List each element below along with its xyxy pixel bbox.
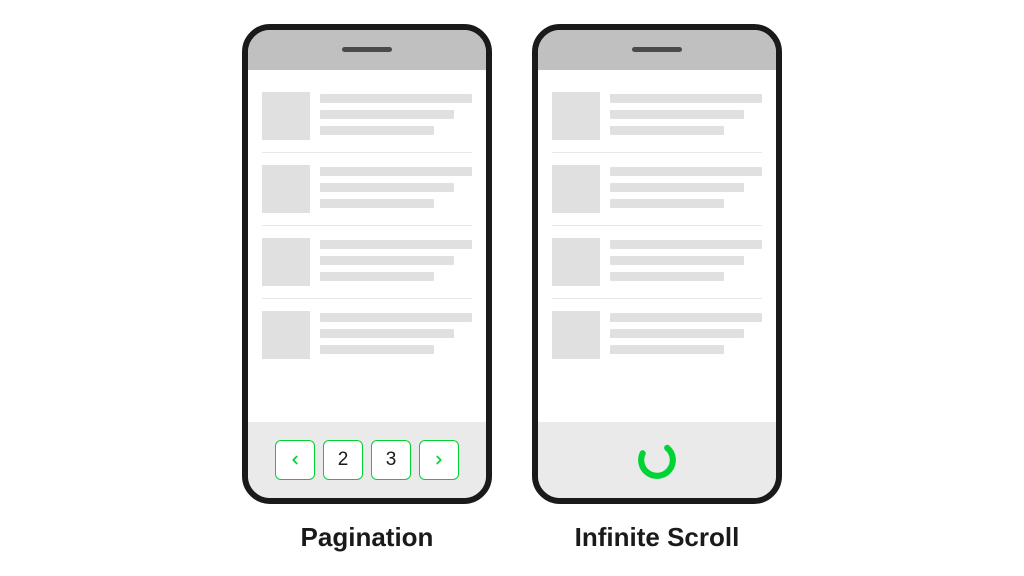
thumbnail-placeholder (262, 92, 310, 140)
text-line (610, 345, 724, 354)
text-line (320, 313, 472, 322)
text-line (320, 240, 472, 249)
content-list (538, 70, 776, 371)
pagination-phone-block: 2 3 Pagination (242, 24, 492, 553)
text-line (610, 272, 724, 281)
text-line (320, 199, 434, 208)
list-item (552, 299, 762, 371)
text-line (610, 256, 744, 265)
text-line (320, 167, 472, 176)
chevron-right-icon (432, 453, 446, 467)
page-3-button[interactable]: 3 (371, 440, 411, 480)
content-list (248, 70, 486, 371)
text-line (320, 94, 472, 103)
text-line (320, 256, 454, 265)
prev-page-button[interactable] (275, 440, 315, 480)
thumbnail-placeholder (552, 165, 600, 213)
thumbnail-placeholder (262, 165, 310, 213)
text-line (610, 240, 762, 249)
infinite-scroll-phone-block: Infinite Scroll (532, 24, 782, 553)
text-line (320, 110, 454, 119)
thumbnail-placeholder (262, 238, 310, 286)
text-line (610, 126, 724, 135)
infinite-scroll-label: Infinite Scroll (575, 522, 740, 553)
phone-frame-pagination: 2 3 (242, 24, 492, 504)
text-line (610, 329, 744, 338)
list-item (262, 80, 472, 153)
text-lines (610, 238, 762, 286)
text-line (610, 94, 762, 103)
text-line (610, 313, 762, 322)
status-bar (248, 30, 486, 70)
list-item (262, 299, 472, 371)
list-item (262, 226, 472, 299)
text-lines (320, 165, 472, 213)
text-line (320, 272, 434, 281)
text-lines (320, 311, 472, 359)
thumbnail-placeholder (552, 92, 600, 140)
speaker-slot (632, 47, 682, 52)
text-line (320, 126, 434, 135)
text-line (320, 329, 454, 338)
text-line (610, 199, 724, 208)
next-page-button[interactable] (419, 440, 459, 480)
thumbnail-placeholder (552, 311, 600, 359)
text-lines (320, 238, 472, 286)
list-item (552, 226, 762, 299)
text-line (320, 345, 434, 354)
pagination-footer: 2 3 (248, 422, 486, 498)
spinner-icon (626, 429, 688, 491)
diagram-container: 2 3 Pagination (242, 24, 782, 553)
chevron-left-icon (288, 453, 302, 467)
text-line (610, 167, 762, 176)
list-item (262, 153, 472, 226)
list-item (552, 153, 762, 226)
speaker-slot (342, 47, 392, 52)
text-line (610, 183, 744, 192)
list-item (552, 80, 762, 153)
text-lines (320, 92, 472, 140)
loading-spinner (635, 438, 679, 482)
text-lines (610, 92, 762, 140)
thumbnail-placeholder (552, 238, 600, 286)
text-line (320, 183, 454, 192)
status-bar (538, 30, 776, 70)
text-lines (610, 311, 762, 359)
pagination-label: Pagination (301, 522, 434, 553)
text-line (610, 110, 744, 119)
text-lines (610, 165, 762, 213)
thumbnail-placeholder (262, 311, 310, 359)
phone-frame-infinite (532, 24, 782, 504)
infinite-scroll-footer (538, 422, 776, 498)
page-2-button[interactable]: 2 (323, 440, 363, 480)
